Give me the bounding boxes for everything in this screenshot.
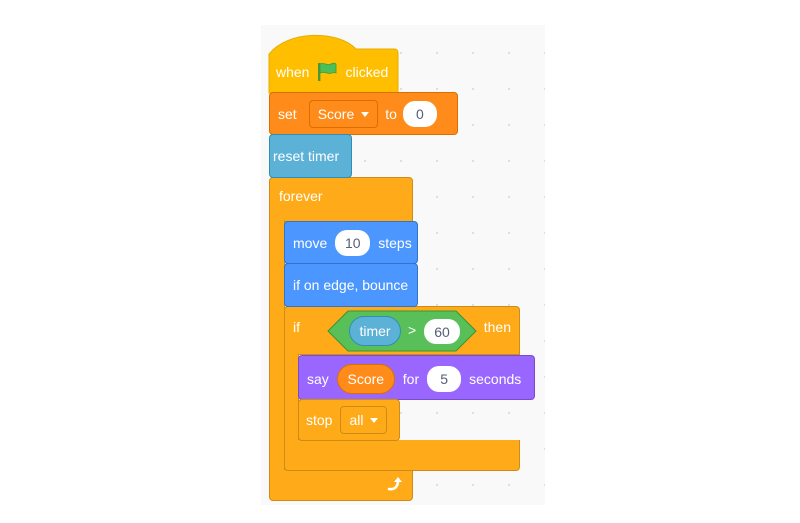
- for-label: for: [402, 371, 420, 387]
- score-variable-reporter[interactable]: Score: [336, 364, 395, 394]
- operator-symbol: >: [408, 322, 417, 338]
- if-arm: [284, 354, 299, 442]
- reset-timer-label: reset timer: [273, 148, 340, 164]
- dropdown-caret-icon: [370, 417, 379, 423]
- variable-name: Score: [317, 106, 355, 122]
- forever-arm: [269, 220, 285, 472]
- forever-block-bottom[interactable]: [269, 470, 413, 501]
- if-block-bottom[interactable]: [284, 440, 520, 471]
- stop-option-dropdown[interactable]: all: [340, 406, 388, 434]
- timer-reporter-wrap: timer: [349, 316, 401, 346]
- move-label: move: [293, 235, 328, 251]
- steps-input[interactable]: 10: [335, 230, 371, 256]
- forever-block-top[interactable]: forever: [269, 177, 413, 222]
- reset-timer-block[interactable]: reset timer: [269, 134, 352, 178]
- bounce-block[interactable]: if on edge, bounce: [284, 263, 418, 307]
- dropdown-caret-icon: [361, 111, 370, 117]
- seconds-input[interactable]: 5: [427, 366, 462, 392]
- forever-label: forever: [279, 188, 323, 204]
- steps-label: steps: [378, 235, 412, 251]
- say-label: say: [307, 371, 329, 387]
- stop-label: stop: [306, 412, 333, 428]
- timer-reporter[interactable]: timer: [349, 316, 401, 346]
- move-steps-block[interactable]: move 10 steps: [284, 221, 418, 264]
- say-for-seconds-block[interactable]: say Score for 5 seconds: [298, 355, 535, 400]
- stop-block[interactable]: stop all: [298, 399, 400, 441]
- variable-dropdown[interactable]: Score: [308, 100, 379, 128]
- when-label: when: [276, 64, 310, 80]
- set-value-input[interactable]: 0: [402, 101, 437, 127]
- set-label: set: [278, 106, 297, 122]
- green-flag-icon: [318, 62, 337, 81]
- clicked-label: clicked: [345, 64, 389, 80]
- compare-value-input[interactable]: 60: [424, 319, 460, 344]
- loop-arrow-icon: [387, 477, 402, 491]
- bounce-label: if on edge, bounce: [293, 277, 409, 293]
- set-variable-block[interactable]: set Score to 0: [269, 92, 458, 135]
- to-label: to: [385, 106, 397, 122]
- then-label: then: [483, 319, 511, 335]
- if-label: if: [293, 319, 300, 335]
- stop-option: all: [349, 412, 364, 428]
- seconds-label: seconds: [469, 371, 522, 387]
